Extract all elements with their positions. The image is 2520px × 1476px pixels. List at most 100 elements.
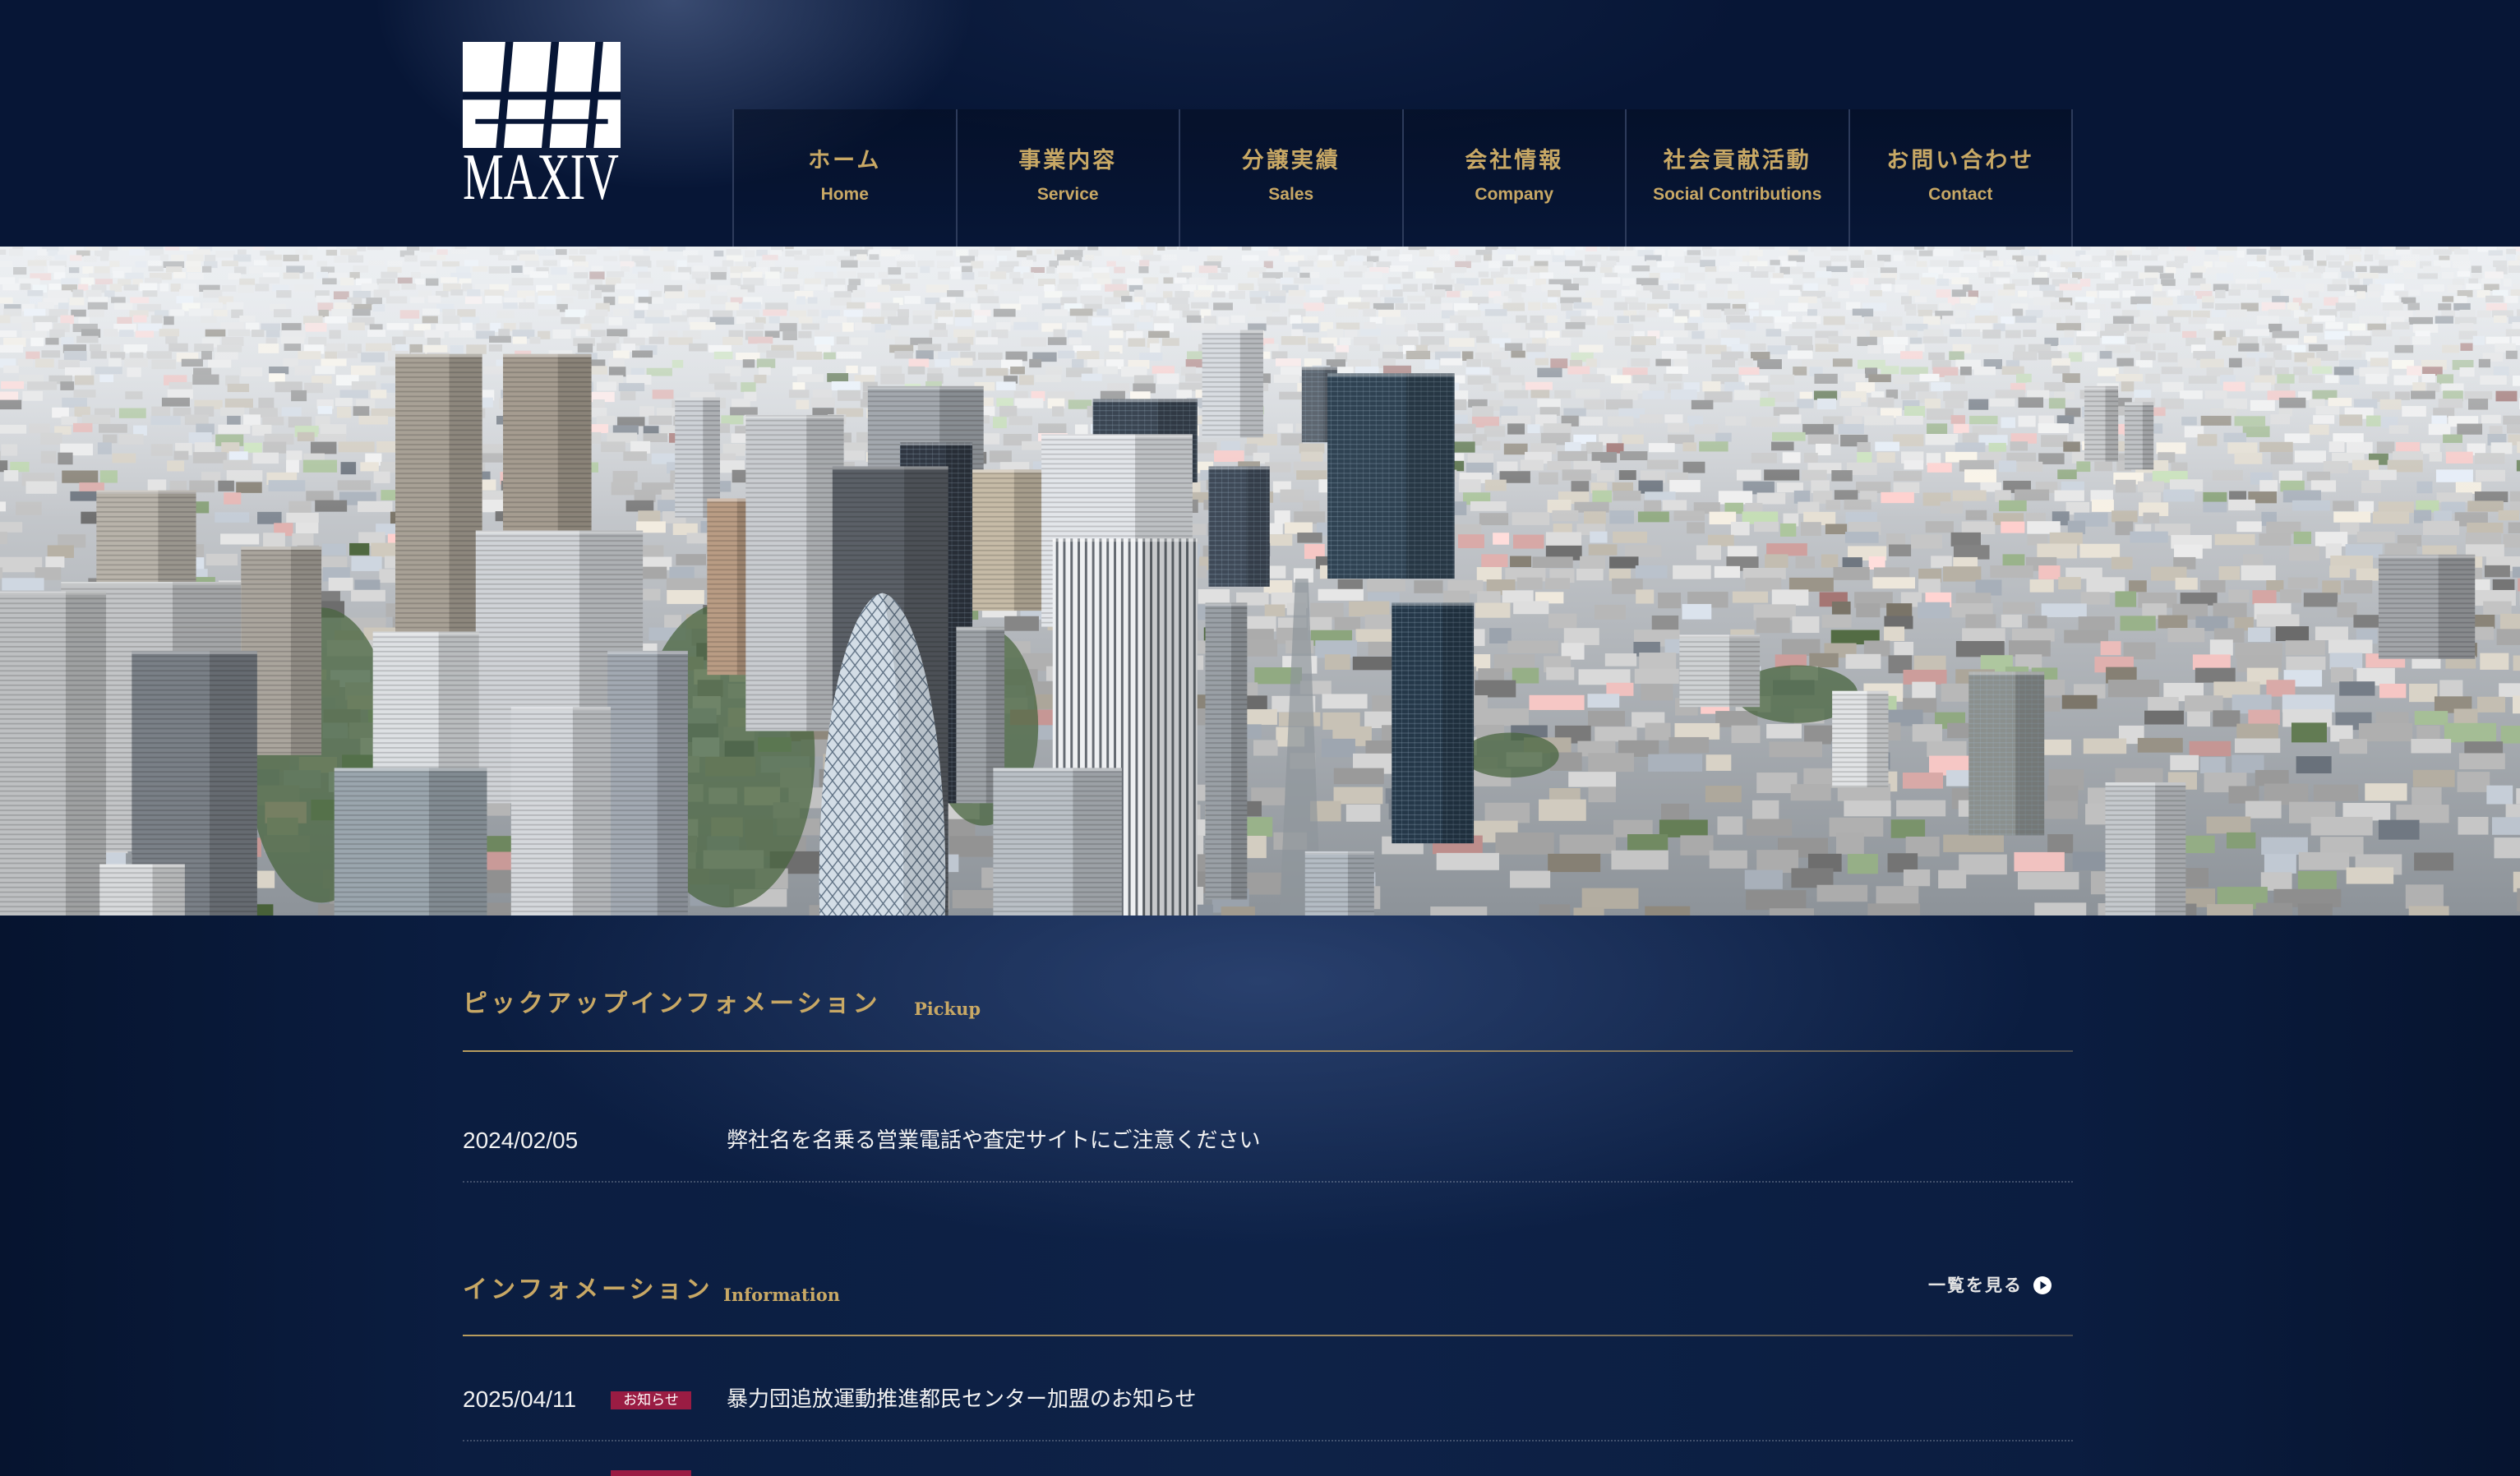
city-block	[2287, 577, 2319, 589]
city-block	[2491, 817, 2520, 835]
tower-roof	[900, 442, 972, 446]
view-all-link[interactable]: 一覧を見る	[1928, 1273, 2052, 1298]
information-item-title[interactable]: 暴力団追放運動推進都民センター加盟のお知らせ	[727, 1385, 1196, 1414]
city-block	[2285, 640, 2325, 656]
city-block	[1516, 577, 1543, 590]
city-block	[1990, 565, 2033, 579]
city-block	[1221, 906, 1255, 916]
city-block	[1795, 556, 1815, 569]
nav-label-en: Company	[1475, 185, 1554, 204]
information-item[interactable]: 2025/04/11 お知らせ 暴力団追放運動推進都民センター加盟のお知らせ	[463, 1377, 2073, 1441]
information-title: インフォメーション	[463, 1275, 713, 1304]
tower-roof	[61, 581, 242, 585]
nav-item-contact[interactable]: お問い合わせ Contact	[1848, 109, 2073, 247]
city-block	[2242, 554, 2264, 567]
city-block	[1943, 566, 1982, 582]
city-block	[2207, 904, 2254, 916]
city-block	[2028, 616, 2047, 629]
hero-cityscape-image	[0, 247, 2520, 916]
city-block	[1821, 614, 1852, 628]
city-block	[1484, 802, 1530, 823]
city-block	[2379, 683, 2407, 699]
city-block	[1324, 654, 1350, 670]
city-block	[2174, 544, 2203, 559]
city-block	[1539, 799, 1586, 821]
tower-shade	[209, 650, 257, 916]
pickup-item[interactable]: 2024/02/05 弊社名を名乗る営業電話や査定サイトにご注意ください	[463, 1118, 2073, 1183]
city-block	[1580, 556, 1606, 570]
city-block	[1321, 738, 1355, 758]
city-block	[2499, 613, 2520, 630]
city-block	[1502, 590, 1534, 603]
city-block	[1473, 708, 1529, 726]
city-block	[1896, 800, 1946, 817]
city-block	[1594, 604, 1627, 620]
tower-shade	[557, 353, 592, 547]
city-block	[1457, 534, 1484, 548]
city-block	[2503, 534, 2520, 548]
nav-item-service[interactable]: 事業内容 Service	[955, 109, 1179, 247]
city-block	[1004, 616, 1039, 631]
city-block	[2499, 683, 2520, 698]
city-block	[1800, 522, 1821, 536]
nav-item-social-contributions[interactable]: 社会貢献活動 Social Contributions	[1625, 109, 1848, 247]
city-block	[1765, 554, 1788, 568]
city-block	[1349, 601, 1390, 617]
city-block	[952, 889, 999, 909]
city-block	[1512, 667, 1539, 684]
city-block	[1925, 521, 1954, 533]
city-block	[1563, 628, 1599, 645]
city-block	[2439, 680, 2463, 699]
nav-label-ja: ホーム	[808, 148, 882, 173]
city-block	[2002, 554, 2025, 567]
tower-roof	[1968, 671, 2045, 676]
city-block	[1587, 694, 1620, 708]
nav-item-home[interactable]: ホーム Home	[732, 109, 956, 247]
city-block	[2158, 615, 2188, 629]
city-block	[2412, 787, 2442, 808]
pickup-item-title[interactable]: 弊社名を名乗る営業電話や査定サイトにご注意ください	[727, 1126, 1260, 1155]
tower-shade	[1142, 538, 1198, 916]
tower-roof	[1052, 538, 1198, 542]
city-block	[1766, 543, 1807, 556]
city-block	[2322, 580, 2341, 595]
city-block	[2346, 867, 2394, 884]
city-block	[1430, 906, 1488, 916]
tower-roof	[867, 385, 984, 390]
tower-shade	[1239, 330, 1263, 438]
circle-arrow-right-icon	[2033, 1276, 2052, 1294]
city-block	[1847, 854, 1878, 874]
tower-roof	[334, 768, 487, 772]
city-block	[2041, 603, 2087, 617]
nav-item-sales[interactable]: 分譲実績 Sales	[1179, 109, 1402, 247]
city-block	[1548, 853, 1601, 873]
city-block	[322, 543, 346, 556]
city-block	[666, 578, 711, 590]
nav-item-company[interactable]: 会社情報 Company	[1401, 109, 1626, 247]
city-block	[2115, 591, 2137, 607]
city-block	[2458, 816, 2489, 835]
city-block	[1481, 554, 1508, 568]
nav-label-ja: 事業内容	[1018, 148, 1118, 173]
city-block	[1888, 544, 1912, 556]
city-block	[1730, 521, 1750, 536]
city-block	[1831, 601, 1851, 615]
pickup-section: ピックアップインフォメーション Pickup 2024/02/05 弊社名を名乗…	[463, 978, 2073, 1200]
tower-roof	[2378, 554, 2476, 558]
city-block	[2261, 837, 2308, 856]
tower-roof	[745, 414, 844, 418]
city-block	[1842, 557, 1862, 569]
logo-mark-band-2	[475, 118, 608, 124]
city-block	[2408, 906, 2449, 916]
city-block	[2137, 737, 2183, 753]
city-block	[1611, 850, 1668, 870]
city-block	[2496, 629, 2520, 645]
park-area	[1462, 732, 1559, 778]
city-block	[2170, 754, 2199, 771]
city-block	[2315, 626, 2348, 641]
logo-link[interactable]: MAXIV	[463, 42, 621, 210]
city-block	[2009, 640, 2051, 657]
tower-shade	[2438, 554, 2476, 659]
city-block	[2339, 739, 2368, 754]
city-block	[1367, 579, 1405, 592]
